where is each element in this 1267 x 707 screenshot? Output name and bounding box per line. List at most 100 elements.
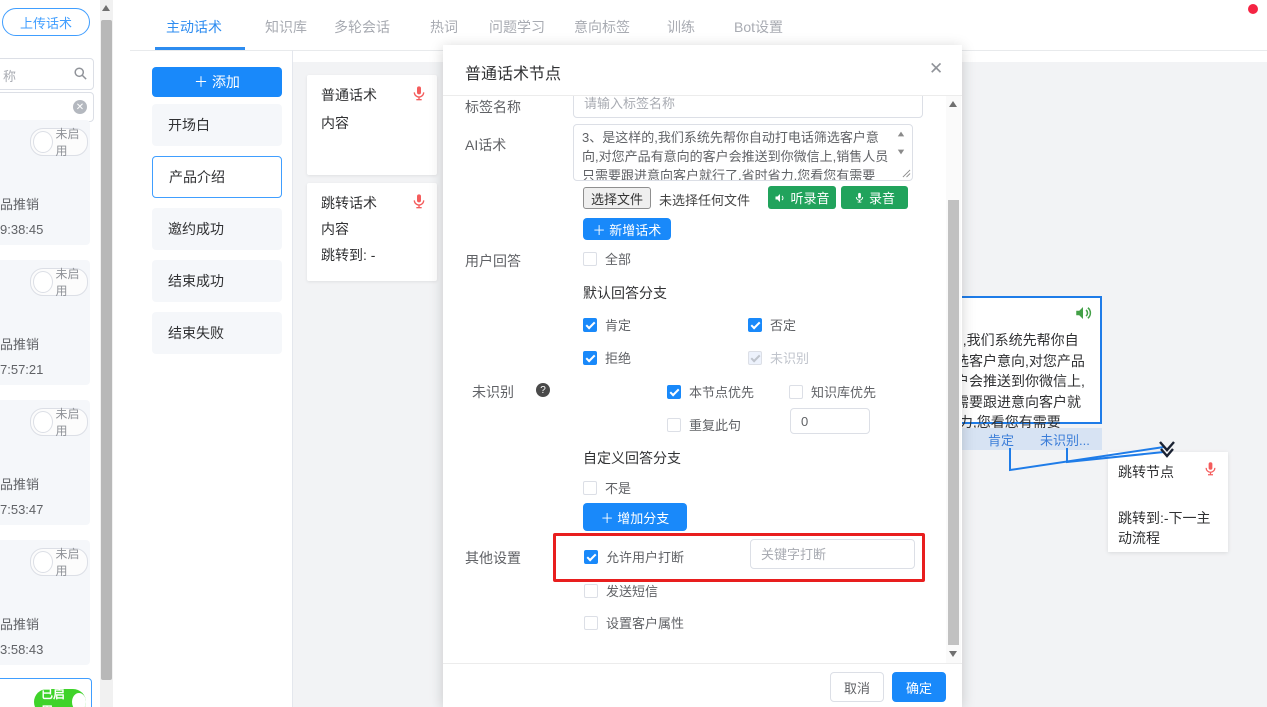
toggle-label: 未启用 bbox=[56, 125, 88, 159]
ai-script-label: AI话术 bbox=[465, 135, 506, 155]
toggle-label: 未启用 bbox=[56, 265, 88, 299]
jump-node-target: 跳转到:-下一主动流程 bbox=[1118, 508, 1218, 548]
tab-hot-words[interactable]: 热词 bbox=[430, 17, 458, 37]
highlight-red-box bbox=[553, 533, 925, 582]
tab-training[interactable]: 训练 bbox=[667, 17, 695, 37]
record-button[interactable]: 录音 bbox=[841, 186, 908, 209]
node-card-jump-script[interactable]: 跳转话术 内容 跳转到: - bbox=[307, 183, 437, 281]
modal-scrollbar[interactable] bbox=[946, 95, 961, 663]
campaign-card[interactable]: 未启用 品推销 7:57:21 bbox=[0, 260, 90, 385]
listen-recording-button[interactable]: 听录音 bbox=[768, 186, 836, 209]
script-item-opening[interactable]: 开场白 bbox=[152, 104, 282, 146]
enable-toggle-on[interactable]: 已启用 bbox=[34, 689, 86, 707]
script-item-invite-success[interactable]: 邀约成功 bbox=[152, 208, 282, 250]
enable-toggle[interactable]: 未启用 bbox=[30, 408, 88, 436]
tab-multi-turn[interactable]: 多轮会话 bbox=[334, 17, 390, 37]
filter-input[interactable]: ✕ bbox=[0, 92, 94, 122]
checkbox-box[interactable] bbox=[583, 318, 597, 332]
checkbox-box[interactable] bbox=[667, 385, 681, 399]
confirm-button[interactable]: 确定 bbox=[892, 672, 946, 702]
modal-scroll-up[interactable] bbox=[949, 101, 957, 107]
node-card-title: 跳转话术 bbox=[321, 193, 377, 213]
tab-question-learning[interactable]: 问题学习 bbox=[489, 17, 545, 37]
textarea-scroll-up[interactable] bbox=[898, 132, 904, 137]
script-item-product-intro[interactable]: 产品介绍 bbox=[152, 156, 282, 198]
toggle-label: 未启用 bbox=[56, 405, 88, 439]
scroll-up-arrow[interactable] bbox=[102, 5, 110, 11]
add-script-line-label: 新增话术 bbox=[609, 223, 661, 238]
checkbox-label: 发送短信 bbox=[606, 581, 658, 600]
help-icon[interactable]: ? bbox=[536, 383, 550, 397]
checkbox-negative[interactable]: 否定 bbox=[748, 315, 796, 334]
upload-script-button[interactable]: 上传话术 bbox=[2, 8, 90, 36]
toggle-knob bbox=[72, 693, 86, 707]
node-card-content: 内容 bbox=[321, 219, 349, 239]
checkbox-not[interactable]: 不是 bbox=[583, 478, 631, 497]
checkbox-repeat[interactable]: 重复此句 bbox=[667, 415, 741, 434]
checkbox-label: 否定 bbox=[770, 315, 796, 334]
node-card-normal-script[interactable]: 普通话术 内容 bbox=[307, 75, 437, 175]
add-script-line-button[interactable]: ＋ 新增话术 bbox=[583, 218, 671, 240]
checkbox-box[interactable] bbox=[584, 616, 598, 630]
ai-script-textarea[interactable]: 3、是这样的,我们系统先帮你自动打电话筛选客户意向,对您产品有意向的客户会推送到… bbox=[573, 124, 913, 181]
add-script-button[interactable]: ＋ 添加 bbox=[152, 67, 282, 97]
checkbox-label: 设置客户属性 bbox=[606, 613, 684, 632]
tab-knowledge-base[interactable]: 知识库 bbox=[265, 17, 307, 37]
textarea-resize-handle[interactable] bbox=[902, 169, 911, 178]
enable-toggle[interactable]: 未启用 bbox=[30, 268, 88, 296]
checkbox-label: 全部 bbox=[605, 249, 631, 268]
close-icon[interactable]: ✕ bbox=[929, 59, 943, 79]
scroll-thumb[interactable] bbox=[101, 20, 112, 680]
toggle-knob bbox=[33, 551, 53, 573]
checkbox-box[interactable] bbox=[748, 318, 762, 332]
modal-scroll-thumb[interactable] bbox=[948, 200, 959, 645]
checkbox-reject[interactable]: 拒绝 bbox=[583, 348, 631, 367]
enable-toggle[interactable]: 未启用 bbox=[30, 548, 88, 576]
tab-intent-label[interactable]: 意向标签 bbox=[574, 17, 630, 37]
campaign-time: 9:38:45 bbox=[0, 222, 43, 237]
choose-file-button[interactable]: 选择文件 bbox=[583, 187, 651, 209]
checkbox-label: 重复此句 bbox=[689, 415, 741, 434]
modal-scroll-down[interactable] bbox=[949, 651, 957, 657]
checkbox-customer-attr[interactable]: 设置客户属性 bbox=[584, 613, 684, 632]
textarea-scroll-down[interactable] bbox=[898, 150, 904, 155]
campaign-card[interactable]: 未启用 品推销 9:38:45 bbox=[0, 120, 90, 245]
mic-icon bbox=[854, 191, 865, 204]
checkbox-affirm[interactable]: 肯定 bbox=[583, 315, 631, 334]
modal-normal-script-node: 标签名称 AI话术 3、是这样的,我们系统先帮你自动打电话筛选客户意向,对您产品… bbox=[443, 45, 962, 707]
speaker-icon[interactable] bbox=[1074, 304, 1092, 322]
search-input[interactable]: 称 bbox=[0, 58, 94, 90]
toggle-label: 未启用 bbox=[56, 545, 88, 579]
checkbox-box[interactable] bbox=[789, 385, 803, 399]
checkbox-send-sms[interactable]: 发送短信 bbox=[584, 581, 658, 600]
enable-toggle[interactable]: 未启用 bbox=[30, 128, 88, 156]
script-item-label: 结束成功 bbox=[168, 271, 224, 291]
repeat-count-input[interactable] bbox=[790, 408, 870, 434]
campaign-name: 品推销 bbox=[0, 334, 39, 353]
checkbox-box[interactable] bbox=[583, 351, 597, 365]
checkbox-box[interactable] bbox=[583, 481, 597, 495]
campaign-card-selected[interactable]: 已启用 bbox=[0, 678, 92, 707]
campaign-time: 3:58:43 bbox=[0, 642, 43, 657]
script-item-end-success[interactable]: 结束成功 bbox=[152, 260, 282, 302]
clear-icon[interactable]: ✕ bbox=[73, 100, 87, 114]
campaign-card[interactable]: 未启用 品推销 7:53:47 bbox=[0, 400, 90, 525]
script-item-end-fail[interactable]: 结束失败 bbox=[152, 312, 282, 354]
toggle-label: 已启用 bbox=[41, 685, 69, 707]
cancel-button[interactable]: 取消 bbox=[830, 672, 884, 702]
tab-active-script[interactable]: 主动话术 bbox=[166, 17, 222, 37]
checkbox-node-first[interactable]: 本节点优先 bbox=[667, 382, 754, 401]
search-icon[interactable] bbox=[73, 66, 88, 81]
app-root: 上传话术 称 ✕ 未启用 品推销 9:38:45 未启用 品推销 7:57:21… bbox=[0, 0, 1267, 707]
checkbox-kb-first[interactable]: 知识库优先 bbox=[789, 382, 876, 401]
campaign-card[interactable]: 未启用 品推销 3:58:43 bbox=[0, 540, 90, 665]
checkbox-box[interactable] bbox=[667, 418, 681, 432]
checkbox-all[interactable]: 全部 bbox=[583, 249, 631, 268]
custom-branch-title: 自定义回答分支 bbox=[583, 448, 681, 468]
sidebar-scrollbar[interactable] bbox=[100, 0, 113, 707]
checkbox-box[interactable] bbox=[583, 252, 597, 266]
campaign-name: 品推销 bbox=[0, 194, 39, 213]
checkbox-box[interactable] bbox=[584, 584, 598, 598]
tab-bot-settings[interactable]: Bot设置 bbox=[734, 17, 783, 37]
add-branch-button[interactable]: ＋ 增加分支 bbox=[583, 503, 687, 531]
